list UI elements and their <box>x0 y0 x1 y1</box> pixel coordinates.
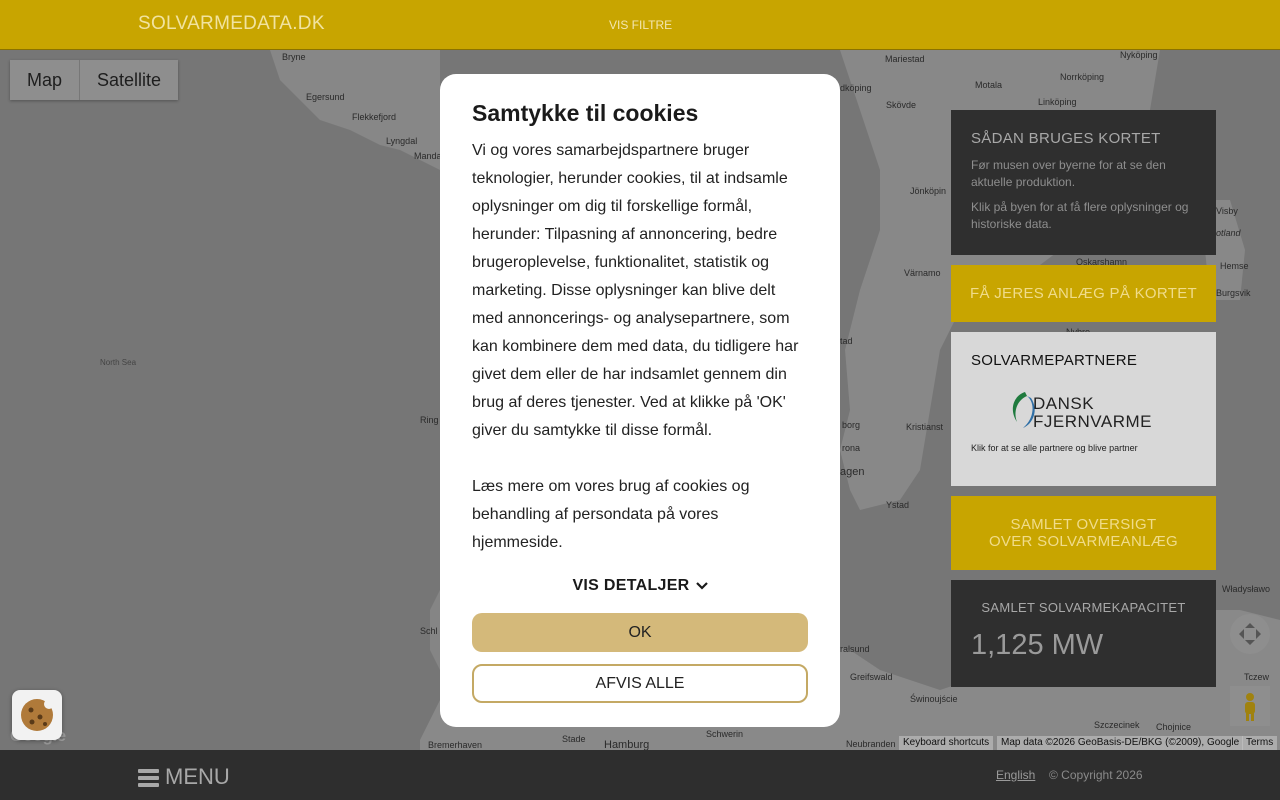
map-label: Greifswald <box>850 672 893 682</box>
map-label: Egersund <box>306 92 345 102</box>
map-label: Świnoujście <box>910 694 958 704</box>
top-bar: SOLVARMEDATA.DK VIS FILTRE <box>0 0 1280 50</box>
cookie-dialog-title: Samtykke til cookies <box>472 100 699 126</box>
overview-button[interactable]: SAMLET OVERSIGT OVER SOLVARMEANLÆG <box>951 496 1216 570</box>
how-to-text-click: Klik på byen for at få flere oplysninger… <box>971 200 1189 231</box>
map-label: ralsund <box>840 644 870 654</box>
reject-all-button[interactable]: AFVIS ALLE <box>472 664 808 703</box>
map-label: dköping <box>840 83 872 93</box>
map-label: Tczew <box>1244 672 1270 682</box>
map-pan-control[interactable] <box>1230 614 1270 654</box>
map-label: Flekkefjord <box>352 112 397 122</box>
cookie-settings-button[interactable] <box>12 690 62 740</box>
map-label: Norrköping <box>1060 72 1105 82</box>
chevron-down-icon <box>695 582 708 590</box>
partners-link[interactable]: Klik for at se alle partnere og blive pa… <box>971 443 1138 453</box>
map-label: Chojnice <box>1156 722 1192 732</box>
map-label: Szczecinek <box>1094 720 1140 730</box>
map-label: Visby <box>1216 206 1238 216</box>
partners-title: SOLVARMEPARTNERE <box>971 352 1138 369</box>
copyright-text: © Copyright 2026 <box>1049 768 1143 782</box>
map-label: Lyngdal <box>386 136 418 146</box>
map-label: Schl <box>420 626 438 636</box>
logo-text-dansk: DANSK <box>1033 394 1095 413</box>
menu-button[interactable]: MENU <box>138 764 230 790</box>
map-label: Hamburg <box>604 739 650 750</box>
pan-arrows-icon <box>1239 623 1261 645</box>
map-label: North Sea <box>100 358 137 367</box>
map-label: Värnamo <box>904 268 941 278</box>
map-label: Ring <box>420 415 439 425</box>
map-label: Kristianst <box>906 422 944 432</box>
map-label: Motala <box>975 80 1003 90</box>
map-label: otland <box>1216 228 1241 238</box>
map-label: tad <box>840 336 853 346</box>
cookie-consent-dialog: Samtykke til cookies Vi og vores samarbe… <box>440 74 840 727</box>
cookie-dialog-paragraph: Vi og vores samarbejdspartnere bruger te… <box>472 142 799 439</box>
map-label: Skövde <box>886 100 917 110</box>
map-type-toggle: Map Satellite <box>10 60 179 100</box>
map-label: Schwerin <box>706 729 744 739</box>
map-label: Stade <box>562 734 586 744</box>
overview-line1: SAMLET OVERSIGT <box>1010 516 1157 533</box>
terms-link[interactable]: Terms <box>1242 736 1278 750</box>
language-link[interactable]: English <box>996 768 1035 782</box>
show-filters-link[interactable]: VIS FILTRE <box>609 18 672 32</box>
keyboard-shortcuts-link[interactable]: Keyboard shortcuts <box>899 736 994 750</box>
map-type-map-button[interactable]: Map <box>10 60 81 100</box>
logo-text-fjernvarme: FJERNVARME <box>1033 412 1152 431</box>
menu-label: MENU <box>165 764 230 789</box>
how-to-title: SÅDAN BRUGES KORTET <box>971 130 1161 147</box>
map-label: Hemse <box>1220 261 1249 271</box>
map-label: Władysławo <box>1222 584 1271 594</box>
overview-line2: OVER SOLVARMEANLÆG <box>988 533 1179 550</box>
ok-button[interactable]: OK <box>472 613 808 652</box>
map-data-attribution: Map data ©2026 GeoBasis-DE/BKG (©2009), … <box>997 736 1244 750</box>
map-label: Bremerhaven <box>428 740 483 750</box>
map-label: agen <box>840 466 865 478</box>
cookie-icon <box>21 699 54 731</box>
map-label: Mariestad <box>885 54 925 64</box>
hamburger-menu-icon <box>138 768 159 787</box>
map-label: Nyköping <box>1120 50 1158 60</box>
map-label: Neubranden <box>846 739 896 749</box>
dansk-fjernvarme-logo[interactable]: DANSK FJERNVARME <box>1005 388 1151 436</box>
map-type-satellite-button[interactable]: Satellite <box>80 60 179 100</box>
map-label: Burgsvik <box>1216 288 1251 298</box>
how-to-text-hover: Før musen over byerne for at se den aktu… <box>971 158 1166 189</box>
capacity-value: 1,125 MW <box>971 629 1104 661</box>
show-details-toggle[interactable]: VIS DETALJER <box>472 577 808 595</box>
cookie-dialog-body: Vi og vores samarbejdspartnere bruger te… <box>472 137 808 557</box>
map-label: Bryne <box>282 52 306 62</box>
show-details-label: VIS DETALJER <box>572 577 690 594</box>
how-to-panel: SÅDAN BRUGES KORTET Før musen over byern… <box>951 110 1216 255</box>
capacity-panel: SAMLET SOLVARMEKAPACITET 1,125 MW <box>951 580 1216 687</box>
cookie-dialog-paragraph: Læs mere om vores brug af cookies og beh… <box>472 478 750 551</box>
bottom-bar: MENU English © Copyright 2026 <box>0 750 1280 800</box>
pegman-icon <box>1245 693 1255 721</box>
capacity-title: SAMLET SOLVARMEKAPACITET <box>981 600 1186 615</box>
map-label: borg <box>842 420 861 430</box>
partners-panel: SOLVARMEPARTNERE DANSK FJERNVARME Klik f… <box>951 332 1216 486</box>
map-label: Ystad <box>886 500 910 510</box>
brand-logo[interactable]: SOLVARMEDATA.DK <box>138 13 325 35</box>
map-label: Manda <box>414 151 442 161</box>
street-view-pegman[interactable] <box>1230 686 1270 726</box>
map-label: Linköping <box>1038 97 1077 107</box>
map-label: Jönköpin <box>910 186 947 196</box>
map-label: rona <box>842 443 861 453</box>
get-plant-on-map-button[interactable]: FÅ JERES ANLÆG PÅ KORTET <box>951 265 1216 322</box>
